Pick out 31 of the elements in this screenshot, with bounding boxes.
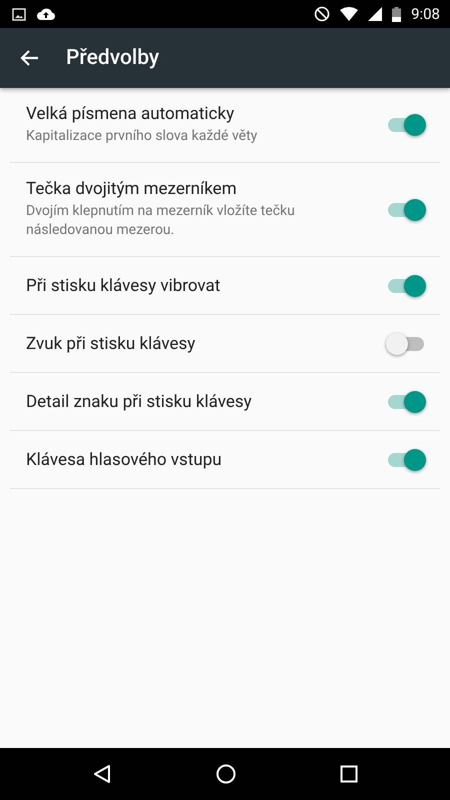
toolbar-title: Předvolby [66, 46, 160, 70]
toggle-switch[interactable] [386, 198, 426, 222]
setting-title: Velká písmena automaticky [26, 104, 236, 124]
setting-row[interactable]: Klávesa hlasového vstupu [10, 431, 440, 489]
do-not-disturb-icon [314, 6, 330, 22]
setting-title: Klávesa hlasového vstupu [26, 450, 223, 470]
toggle-switch[interactable] [386, 332, 426, 356]
setting-row[interactable]: Při stisku klávesy vibrovat [10, 257, 440, 315]
recents-icon[interactable] [340, 765, 358, 783]
status-time: 9:08 [411, 5, 440, 23]
setting-title: Detail znaku při stisku klávesy [26, 392, 253, 412]
toggle-switch[interactable] [386, 274, 426, 298]
toggle-switch[interactable] [386, 448, 426, 472]
setting-title: Tečka dvojitým mezerníkem [26, 179, 238, 199]
setting-title: Při stisku klávesy vibrovat [26, 276, 222, 296]
setting-title: Zvuk při stisku klávesy [26, 334, 196, 354]
toggle-switch[interactable] [386, 113, 426, 137]
setting-summary: Dvojím klepnutím na mezerník vložíte tečku následovanou mezerou. [26, 202, 296, 240]
toggle-switch[interactable] [386, 390, 426, 414]
image-icon [12, 8, 26, 20]
setting-row[interactable]: Tečka dvojitým mezerníkem Dvojím klepnutím na mezerník vložíte tečku následovanou mezerou. [10, 163, 440, 257]
cloud-upload-icon [36, 7, 56, 21]
setting-row[interactable]: Velká písmena automaticky Kapitalizace prvního slova každé věty [10, 88, 440, 163]
setting-row[interactable]: Zvuk při stisku klávesy [10, 315, 440, 373]
setting-row[interactable]: Detail znaku při stisku klávesy [10, 373, 440, 431]
battery-icon [392, 6, 402, 22]
signal-icon [368, 7, 382, 21]
back-icon[interactable] [92, 764, 112, 784]
setting-summary: Kapitalizace prvního slova každé věty [26, 127, 258, 146]
wifi-icon [340, 7, 358, 21]
home-icon[interactable] [216, 764, 236, 784]
